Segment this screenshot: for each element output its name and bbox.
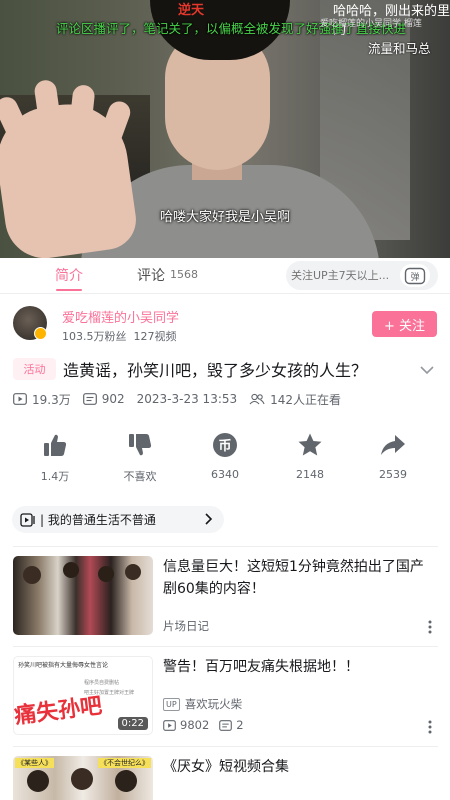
video-player[interactable]: 逆天 哈哈哈，刚出来的里的 评论区播评了，笔记关了，以偏概全被发现了好强推了直接…: [0, 0, 450, 258]
recommended-video-title: 警告！百万吧友痛失根据地！！: [163, 659, 359, 675]
uploader-name[interactable]: 爱吃榴莲的小吴同学: [62, 307, 179, 326]
divider: [13, 746, 438, 747]
video-thumbnail[interactable]: [13, 556, 153, 635]
watching-icon: [249, 393, 265, 405]
watching-count: 142人正在看: [270, 392, 342, 407]
thumbs-down-icon: [129, 434, 152, 456]
video-top-caption: 逆天: [178, 3, 205, 18]
thumb-header-text: 孙笑川吧被指有大量侮辱女性言论: [18, 662, 109, 669]
video-caption-green-a: 评论区播评了，笔记关了，以偏概全被发现了好: [56, 21, 319, 36]
play-count: 19.3万: [32, 392, 71, 407]
svg-text:币: 币: [218, 439, 231, 454]
video-thumbnail[interactable]: 《某些人》 《不会世纪么》: [13, 756, 153, 800]
thumb-figure: [98, 566, 114, 582]
coin-button[interactable]: 币 6340: [190, 432, 260, 481]
activity-tag[interactable]: 活动: [13, 358, 56, 380]
up-badge-icon: UP: [163, 697, 180, 711]
coin-count: 6340: [211, 468, 239, 481]
thumb-figure: [115, 770, 137, 792]
stat-watching: 142人正在看: [249, 391, 341, 408]
more-options-icon[interactable]: [428, 720, 432, 734]
stat-danmaku: 902: [82, 392, 125, 406]
thumb-tag: 《不会世纪么》: [98, 758, 151, 768]
danmaku-count-icon: [82, 393, 97, 405]
danmaku-count: 902: [101, 392, 125, 406]
favorite-count: 2148: [296, 468, 324, 481]
thumb-figure: [125, 564, 141, 580]
recommended-video-title: 信息量巨大！这短短1分钟竟然拍出了国产剧60集的内容！: [163, 559, 424, 597]
comment-count: 1568: [170, 268, 198, 281]
thumb-caption: 痛失孙吧: [13, 693, 104, 730]
danmaku-bar: 弹: [286, 261, 438, 290]
thumb-figure: [23, 566, 41, 584]
danmaku-toggle-button[interactable]: 弹: [400, 264, 430, 287]
publish-date: 2023-3-23 13:53: [136, 392, 238, 406]
video-subtitle: 哈喽大家好我是小吴啊: [159, 210, 290, 225]
share-button[interactable]: 2539: [358, 432, 428, 481]
play-count-icon: [163, 719, 176, 731]
uploader-fans: 103.5万粉丝: [62, 330, 127, 343]
recommended-video[interactable]: 孙笑川吧被指有大量侮辱女性言论 程序员自费删帖 吧主好加置王牌对王牌 痛失孙吧 …: [0, 656, 450, 736]
danmaku-count-icon: [219, 719, 233, 731]
play-count-icon: [13, 393, 27, 405]
chevron-right-icon: [205, 513, 213, 525]
collection-label: | 我的普通生活不普通: [40, 513, 156, 527]
recommended-video-uploader: 片场日记: [163, 619, 209, 633]
thumb-figure: [63, 562, 79, 578]
recommended-video[interactable]: 《某些人》 《不会世纪么》 《厌女》短视频合集: [0, 756, 450, 800]
star-icon: [298, 433, 322, 456]
share-count: 2539: [379, 468, 407, 481]
thumb-tag: 《某些人》: [15, 758, 54, 768]
coin-icon: 币: [213, 433, 237, 457]
recommended-video-stats: 9802 2: [163, 718, 244, 732]
video-title: 造黄谣，孙笑川吧，毁了多少女孩的人生？: [63, 361, 368, 380]
uploader-videos: 127视频: [133, 330, 177, 343]
verified-badge-icon: [34, 327, 47, 340]
danmaku-icon: 弹: [404, 267, 426, 284]
collection-icon: [20, 512, 35, 527]
tab-intro[interactable]: 简介: [55, 265, 83, 285]
svg-text:弹: 弹: [410, 271, 419, 283]
recommended-video-uploader-row: UP 喜欢玩火柴: [163, 696, 242, 712]
recommended-video-uploader: 喜欢玩火柴: [184, 697, 243, 711]
video-watermark: 爱吃榴莲的小吴同学 榴莲: [320, 19, 422, 29]
like-count: 1.4万: [40, 470, 70, 483]
danmaku-input[interactable]: [289, 261, 395, 290]
dislike-button[interactable]: 不喜欢: [105, 432, 175, 484]
tab-comments[interactable]: 评论: [137, 265, 165, 285]
recommended-video-title: 《厌女》短视频合集: [163, 759, 289, 775]
video-stats: 19.3万 902 2023-3-23 13:53 142人正在看: [13, 390, 353, 408]
expand-chevron-icon[interactable]: [419, 361, 435, 380]
video-duration: 0:22: [117, 717, 148, 730]
tab-bar: 简介 评论 1568 弹: [0, 258, 450, 294]
video-thumbnail[interactable]: 孙笑川吧被指有大量侮辱女性言论 程序员自费删帖 吧主好加置王牌对王牌 痛失孙吧 …: [13, 656, 153, 735]
divider: [13, 646, 438, 647]
dislike-label: 不喜欢: [123, 470, 157, 483]
collection-entry[interactable]: | 我的普通生活不普通: [12, 506, 224, 533]
thumb-line: 程序员自费删帖: [84, 680, 120, 686]
more-options-icon[interactable]: [428, 620, 432, 634]
follow-button[interactable]: + 关注: [372, 311, 437, 337]
thumb-figure: [27, 770, 49, 792]
thumb-figure: [71, 768, 93, 790]
recommended-video[interactable]: 信息量巨大！这短短1分钟竟然拍出了国产剧60集的内容！ 片场日记: [0, 556, 450, 636]
share-icon: [381, 435, 405, 455]
danmaku-count: 2: [236, 718, 244, 732]
favorite-button[interactable]: 2148: [275, 432, 345, 481]
like-button[interactable]: 1.4万: [20, 432, 90, 484]
divider: [13, 546, 438, 547]
video-caption-right: 流量和马总: [368, 41, 431, 56]
stat-plays: 19.3万: [13, 391, 71, 408]
play-count: 9802: [180, 718, 210, 732]
uploader-meta: 103.5万粉丝 127视频: [62, 328, 177, 344]
tab-active-indicator: [56, 289, 82, 291]
thumbs-up-icon: [44, 434, 67, 456]
